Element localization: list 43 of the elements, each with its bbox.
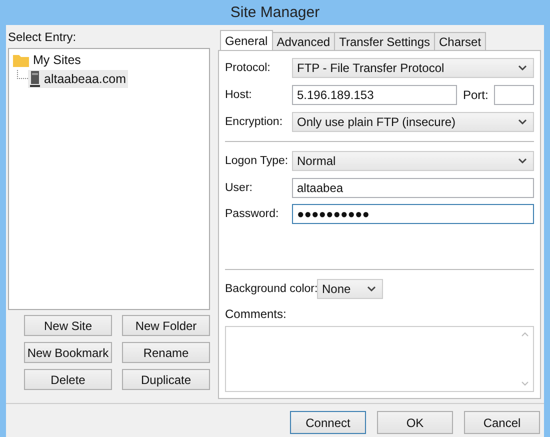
site-action-button[interactable]: New Site	[24, 315, 112, 336]
server-icon	[30, 70, 40, 86]
protocol-dropdown[interactable]: FTP - File Transfer Protocol	[292, 58, 534, 78]
caret-icon	[518, 64, 528, 71]
caret-icon	[518, 158, 528, 164]
field-label: Protocol:	[225, 62, 272, 74]
field-label: Logon Type:	[225, 154, 290, 167]
dialog-button[interactable]: OK	[377, 411, 453, 434]
encryption-dropdown[interactable]: Only use plain FTP (insecure)	[292, 112, 534, 132]
field-label: Background color:	[225, 283, 317, 296]
site-action-button[interactable]: Rename	[122, 342, 210, 363]
background-color-dropdown[interactable]: None	[317, 279, 383, 300]
tree-item[interactable]: altaabeaa.com	[28, 70, 128, 88]
site-action-button[interactable]: New Folder	[122, 315, 210, 336]
field-label: Host:	[225, 88, 253, 101]
password-field[interactable]: ●●●●●●●●●●	[292, 204, 534, 224]
field-label: Password:	[225, 208, 280, 220]
tree-item[interactable]: My Sites	[11, 52, 83, 68]
window-title: Site Manager	[230, 4, 320, 21]
port-field[interactable]	[494, 84, 534, 105]
site-action-button[interactable]: Duplicate	[122, 369, 210, 390]
scroll-down-icon[interactable]	[521, 380, 530, 386]
comments-field[interactable]	[225, 326, 534, 392]
field-label: User:	[225, 182, 254, 194]
user-field[interactable]: altaabea	[292, 178, 534, 198]
tab[interactable]: General	[220, 30, 273, 50]
caret-icon	[367, 286, 376, 292]
field-label: Port:	[463, 88, 488, 102]
logon-type-dropdown[interactable]: Normal	[292, 150, 534, 171]
folder-icon	[13, 54, 29, 66]
scroll-up-icon[interactable]	[521, 332, 530, 338]
site-action-button[interactable]: Delete	[24, 369, 112, 390]
tab[interactable]: Advanced	[272, 32, 336, 50]
host-field[interactable]: 5.196.189.153	[292, 84, 457, 105]
site-action-button[interactable]: New Bookmark	[24, 342, 112, 363]
tab[interactable]: Transfer Settings	[334, 32, 436, 50]
field-label: Encryption:	[225, 116, 284, 128]
tab[interactable]: Charset	[434, 32, 486, 50]
caret-icon	[518, 118, 528, 125]
dialog-button[interactable]: Connect	[290, 411, 366, 434]
select-entry-label: Select Entry:	[8, 30, 78, 44]
dialog-button[interactable]: Cancel	[464, 411, 540, 434]
field-label: Comments:	[225, 307, 288, 322]
